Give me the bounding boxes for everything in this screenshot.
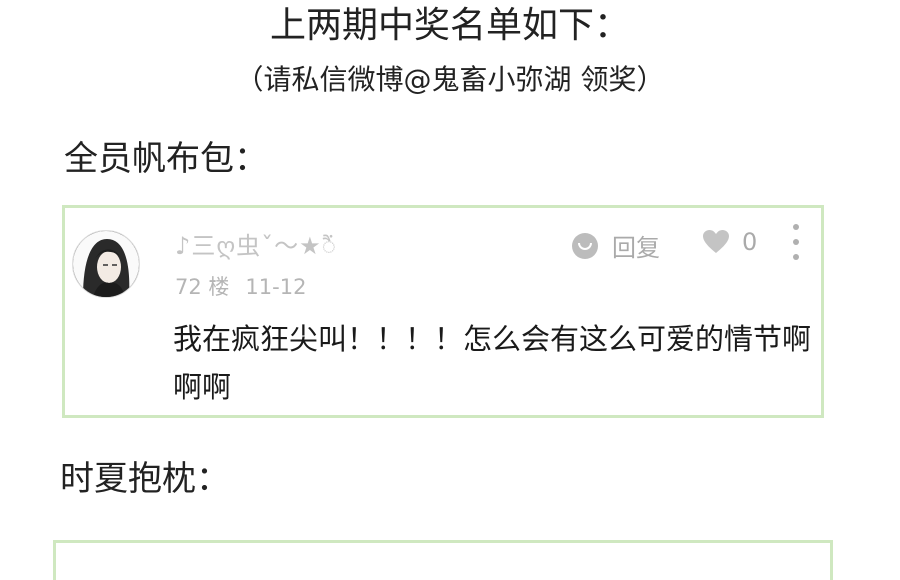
heart-icon [703,230,729,253]
like-count: 0 [742,228,758,256]
section-heading-pillow: 时夏抱枕： [60,459,230,499]
like-button[interactable]: 0 [702,228,757,256]
comment-meta: 72 楼 11-12 [175,271,306,301]
comment-username[interactable]: ♪三ღ虫ˇ〜★ैं [175,226,337,262]
reply-icon [572,232,598,259]
page-subtitle: （请私信微博@鬼畜小弥湖 领奖） [235,63,665,96]
more-vertical-icon[interactable] [789,224,803,260]
comment-text: 我在疯狂尖叫！！！！怎么会有这么可爱的情节啊啊啊 [173,322,812,404]
comment-floor: 72 楼 [175,275,230,299]
comment-date: 11-12 [245,275,307,299]
avatar-image [73,231,139,297]
page-title: 上两期中奖名单如下： [269,5,630,46]
reply-label: 回复 [612,234,660,262]
comment-card [53,540,833,580]
avatar[interactable] [72,230,140,298]
comment-card: ♪三ღ虫ˇ〜★ैं 72 楼 11-12 回复 0 我在疯狂尖叫！！！！怎么会有这… [62,205,824,418]
reply-button[interactable]: 回复 [572,228,660,263]
section-heading-canvas-bag: 全员帆布包： [64,139,268,179]
